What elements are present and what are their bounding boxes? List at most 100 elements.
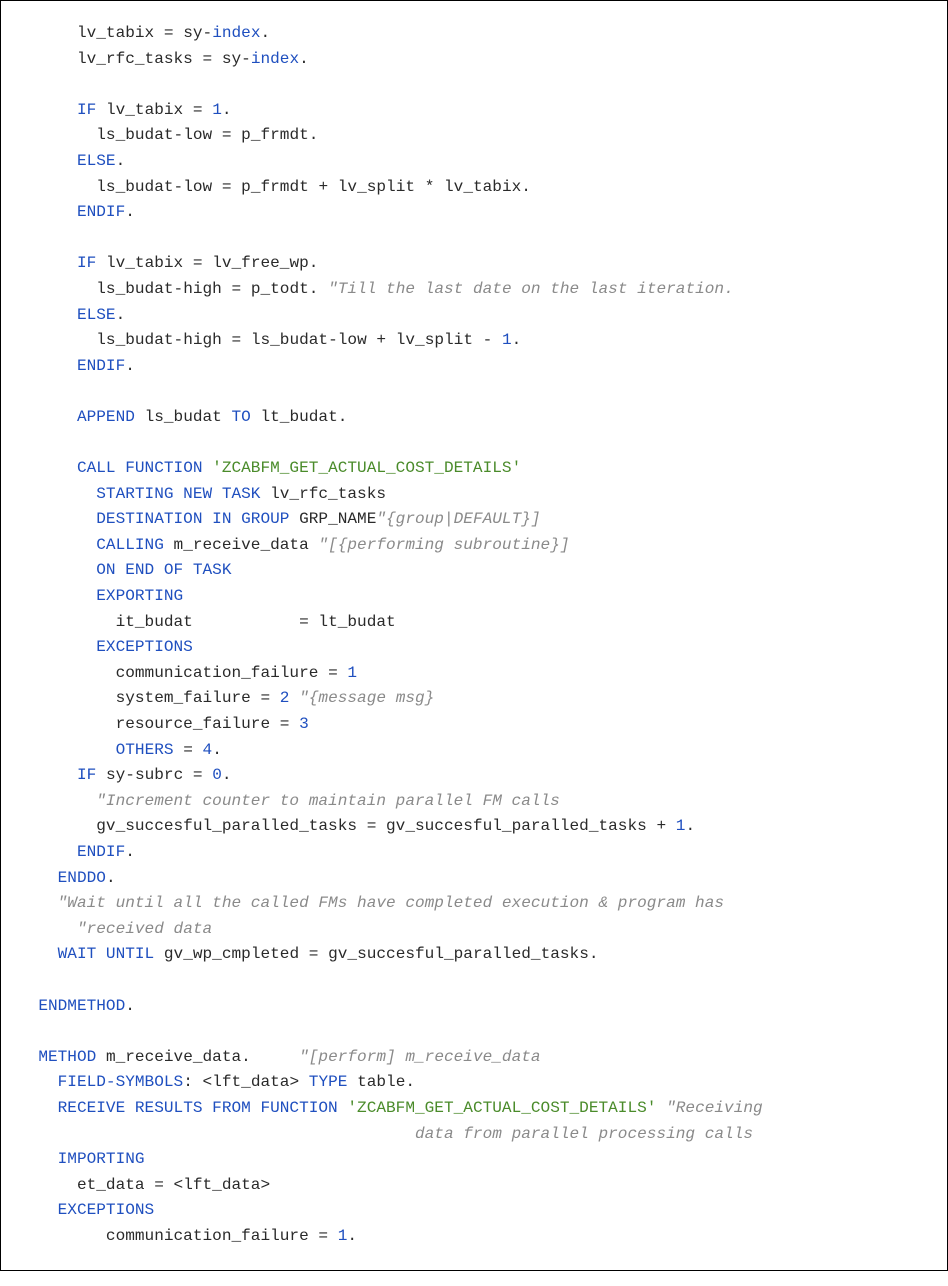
code-token: GRP_NAME [289, 510, 376, 528]
code-token: = [280, 715, 299, 733]
code-token: . [125, 357, 135, 375]
code-token: IF [77, 101, 96, 119]
code-token: ls_budat [19, 331, 174, 349]
code-token: 1 [212, 101, 222, 119]
code-token: "received data [77, 920, 212, 938]
code-token [19, 792, 96, 810]
code-token: data from parallel processing calls [415, 1125, 753, 1143]
code-token: IMPORTING [58, 1150, 145, 1168]
code-token: . [309, 280, 328, 298]
code-token: "{message msg} [299, 689, 434, 707]
code-token: lv_split [396, 331, 483, 349]
code-token: 1 [676, 817, 686, 835]
code-token: ENDIF [77, 357, 125, 375]
code-token: 4 [203, 741, 213, 759]
code-token: et_data [19, 1176, 154, 1194]
code-token: + [318, 178, 337, 196]
code-token: = [260, 689, 279, 707]
code-token: 0 [212, 766, 222, 784]
code-token [19, 306, 77, 324]
code-token: low [338, 331, 377, 349]
code-token: = [299, 613, 318, 631]
code-token: ls_budat [135, 408, 232, 426]
code-token: IF [77, 766, 96, 784]
code-token: ls_budat [19, 126, 174, 144]
code-token: ls_budat [251, 331, 328, 349]
code-token [19, 894, 58, 912]
code-token: table [347, 1073, 405, 1091]
code-token [19, 1201, 58, 1219]
code-token: high [183, 331, 231, 349]
code-token: low [183, 126, 222, 144]
code-token: EXPORTING [96, 587, 183, 605]
code-token [19, 1150, 58, 1168]
code-token: m_receive_data [96, 1048, 241, 1066]
code-token: lv_tabix [96, 101, 193, 119]
code-token [19, 536, 96, 554]
code-token: . [589, 945, 599, 963]
code-token: high [183, 280, 231, 298]
code-token: = [203, 50, 222, 68]
code-token: OTHERS [116, 741, 184, 759]
code-token: WAIT UNTIL [58, 945, 155, 963]
code-token: "Receiving [666, 1099, 763, 1117]
code-token: . [309, 126, 319, 144]
code-token: ls_budat [19, 178, 174, 196]
code-token: . [116, 152, 126, 170]
code-token [19, 459, 77, 477]
code-token: "{group|DEFAULT}] [376, 510, 540, 528]
code-token [19, 1099, 58, 1117]
code-token: - [174, 331, 184, 349]
code-token: "Wait until all the called FMs have comp… [58, 894, 724, 912]
code-token: EXCEPTIONS [58, 1201, 155, 1219]
code-token: lv_tabix [444, 178, 521, 196]
code-token: ENDIF [77, 203, 125, 221]
code-token: . [125, 843, 135, 861]
code-token: p_todt [251, 280, 309, 298]
code-token: . [685, 817, 695, 835]
code-token: RECEIVE RESULTS FROM FUNCTION [58, 1099, 348, 1117]
code-token: IF [77, 254, 96, 272]
code-token: subrc [135, 766, 193, 784]
code-token: lv_rfc_tasks [260, 485, 386, 503]
code-token: . [241, 1048, 299, 1066]
code-token: = [154, 1176, 173, 1194]
code-token: <lft_data> [174, 1176, 271, 1194]
code-token: gv_succesful_paralled_tasks [328, 945, 589, 963]
code-page: lv_tabix = sy-index. lv_rfc_tasks = sy-i… [0, 0, 948, 1271]
code-token: low [183, 178, 222, 196]
code-token: index [251, 50, 299, 68]
code-token: = [309, 945, 328, 963]
code-token: . [125, 997, 135, 1015]
code-token: = [367, 817, 386, 835]
code-token: EXCEPTIONS [96, 638, 193, 656]
code-token: = [193, 101, 212, 119]
code-token: "Till the last date on the last iteratio… [328, 280, 734, 298]
code-token: . [347, 1227, 357, 1245]
code-token: "[{performing subroutine}] [318, 536, 569, 554]
code-token [19, 997, 38, 1015]
code-token: CALLING [96, 536, 164, 554]
code-token [19, 1125, 415, 1143]
code-token: - [483, 331, 502, 349]
code-token: = [193, 766, 212, 784]
code-token: sy [222, 50, 241, 68]
code-token: 'ZCABFM_GET_ACTUAL_COST_DETAILS' [347, 1099, 666, 1117]
code-token: gv_succesful_paralled_tasks [19, 817, 367, 835]
code-token: resource_failure [19, 715, 280, 733]
code-token: . [125, 203, 135, 221]
code-token: STARTING NEW TASK [96, 485, 260, 503]
code-token: = [183, 741, 202, 759]
code-token [19, 101, 77, 119]
code-token: 2 [280, 689, 299, 707]
code-token: - [174, 280, 184, 298]
code-token: "[perform] m_receive_data [299, 1048, 540, 1066]
code-token: . [212, 741, 222, 759]
code-token: ENDMETHOD [38, 997, 125, 1015]
code-token: sy [96, 766, 125, 784]
code-token: . [299, 50, 309, 68]
code-token [19, 561, 96, 579]
code-token: . [521, 178, 531, 196]
code-token: . [309, 254, 319, 272]
code-token: 3 [299, 715, 309, 733]
